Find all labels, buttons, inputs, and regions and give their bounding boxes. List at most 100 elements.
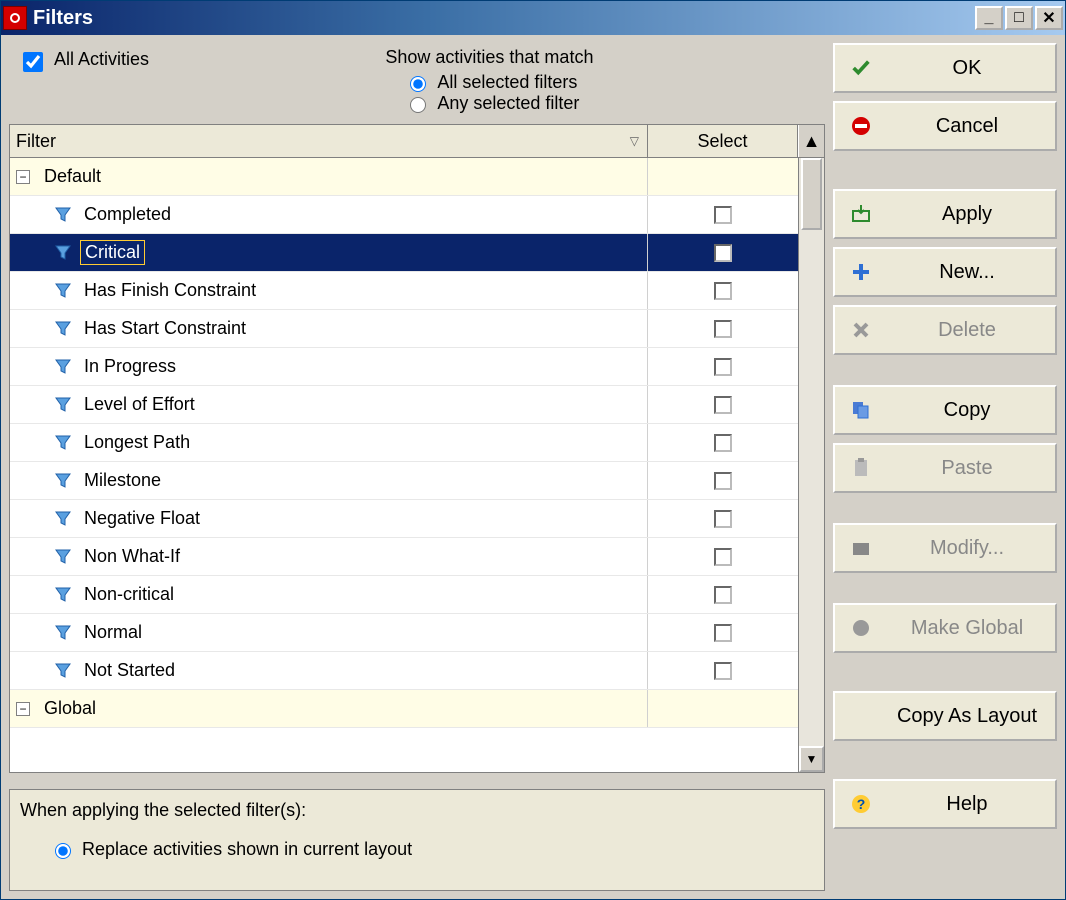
expander-icon[interactable]: −: [16, 702, 30, 716]
filter-label: Critical: [85, 242, 140, 262]
column-filter[interactable]: Filter ▽: [10, 125, 648, 157]
select-checkbox[interactable]: [714, 206, 732, 224]
cancel-button[interactable]: Cancel: [833, 101, 1057, 151]
filter-row[interactable]: In Progress: [10, 348, 798, 386]
expander-icon[interactable]: −: [16, 170, 30, 184]
cancel-icon: [849, 115, 873, 137]
scroll-down-button[interactable]: ▼: [799, 746, 824, 772]
apply-button[interactable]: Apply: [833, 189, 1057, 239]
globe-icon: [849, 617, 873, 639]
select-checkbox[interactable]: [714, 396, 732, 414]
copy-as-layout-button[interactable]: Copy As Layout: [833, 691, 1057, 741]
filters-dialog: Filters _ □ ✕ All Activities Show activi…: [0, 0, 1066, 900]
filter-label: Non-critical: [84, 584, 174, 604]
ok-button[interactable]: OK: [833, 43, 1057, 93]
modify-icon: [849, 537, 873, 559]
select-checkbox[interactable]: [714, 358, 732, 376]
filter-row[interactable]: Completed: [10, 196, 798, 234]
replace-row[interactable]: Replace activities shown in current layo…: [20, 839, 814, 860]
filter-label: Milestone: [84, 470, 161, 490]
vertical-scrollbar[interactable]: ▼: [798, 158, 824, 772]
group-row[interactable]: −Default: [10, 158, 798, 196]
copy-icon: [849, 399, 873, 421]
select-checkbox[interactable]: [714, 586, 732, 604]
ok-label: OK: [893, 57, 1041, 80]
match-any-row[interactable]: Any selected filter: [385, 93, 825, 114]
filter-row[interactable]: Non-critical: [10, 576, 798, 614]
column-select[interactable]: Select: [648, 125, 798, 157]
scroll-up-button[interactable]: ▲: [798, 125, 824, 157]
copy-button[interactable]: Copy: [833, 385, 1057, 435]
filter-label: In Progress: [84, 356, 176, 376]
content-area: All Activities Show activities that matc…: [1, 35, 1065, 899]
filter-icon: [54, 586, 72, 604]
select-checkbox[interactable]: [714, 434, 732, 452]
make-global-button[interactable]: Make Global: [833, 603, 1057, 653]
button-panel: OK Cancel Apply New... Delete C: [825, 35, 1065, 899]
maximize-button[interactable]: □: [1005, 6, 1033, 30]
select-checkbox[interactable]: [714, 282, 732, 300]
select-checkbox[interactable]: [714, 548, 732, 566]
select-checkbox[interactable]: [714, 510, 732, 528]
filter-label: Has Finish Constraint: [84, 280, 256, 300]
select-checkbox[interactable]: [714, 662, 732, 680]
apply-icon: [849, 203, 873, 225]
scrollbar-thumb[interactable]: [801, 158, 822, 230]
sort-icon[interactable]: ▽: [630, 134, 639, 148]
filter-row[interactable]: Has Finish Constraint: [10, 272, 798, 310]
match-all-label: All selected filters: [437, 72, 577, 93]
match-all-row[interactable]: All selected filters: [385, 72, 825, 93]
group-row[interactable]: −Global: [10, 690, 798, 728]
replace-radio[interactable]: [55, 843, 71, 859]
filter-row[interactable]: Not Started: [10, 652, 798, 690]
minimize-button[interactable]: _: [975, 6, 1003, 30]
titlebar[interactable]: Filters _ □ ✕: [1, 1, 1065, 35]
all-activities-checkbox[interactable]: [23, 52, 43, 72]
select-checkbox[interactable]: [714, 244, 732, 262]
copy-as-layout-label: Copy As Layout: [893, 705, 1041, 728]
group-label: Default: [44, 166, 101, 187]
filter-icon: [54, 206, 72, 224]
delete-icon: [849, 319, 873, 341]
new-label: New...: [893, 261, 1041, 284]
all-activities-label: All Activities: [54, 49, 149, 70]
paste-button[interactable]: Paste: [833, 443, 1057, 493]
modify-button[interactable]: Modify...: [833, 523, 1057, 573]
filter-row[interactable]: Non What-If: [10, 538, 798, 576]
filter-row[interactable]: Critical: [10, 234, 798, 272]
select-checkbox[interactable]: [714, 320, 732, 338]
filter-label: Negative Float: [84, 508, 200, 528]
match-any-radio[interactable]: [410, 97, 426, 113]
delete-button[interactable]: Delete: [833, 305, 1057, 355]
modify-label: Modify...: [893, 537, 1041, 560]
copy-label: Copy: [893, 399, 1041, 422]
match-all-radio[interactable]: [410, 76, 426, 92]
filter-icon: [54, 472, 72, 490]
group-label: Global: [44, 698, 96, 719]
filter-row[interactable]: Longest Path: [10, 424, 798, 462]
check-icon: [849, 57, 873, 79]
replace-label: Replace activities shown in current layo…: [82, 839, 412, 860]
filter-row[interactable]: Level of Effort: [10, 386, 798, 424]
filter-row[interactable]: Has Start Constraint: [10, 310, 798, 348]
filter-row[interactable]: Milestone: [10, 462, 798, 500]
filter-label: Has Start Constraint: [84, 318, 246, 338]
select-checkbox[interactable]: [714, 624, 732, 642]
delete-label: Delete: [893, 319, 1041, 342]
filter-row[interactable]: Normal: [10, 614, 798, 652]
new-button[interactable]: New...: [833, 247, 1057, 297]
top-options: All Activities Show activities that matc…: [9, 43, 825, 124]
select-checkbox[interactable]: [714, 472, 732, 490]
filter-icon: [54, 282, 72, 300]
close-button[interactable]: ✕: [1035, 6, 1063, 30]
filter-tree: −DefaultCompletedCriticalHas Finish Cons…: [9, 158, 825, 773]
help-label: Help: [893, 793, 1041, 816]
all-activities-option[interactable]: All Activities: [9, 43, 385, 114]
filter-row[interactable]: Negative Float: [10, 500, 798, 538]
apply-label: When applying the selected filter(s):: [20, 800, 814, 821]
apply-label-btn: Apply: [893, 203, 1041, 226]
left-panel: All Activities Show activities that matc…: [1, 35, 825, 899]
help-button[interactable]: ? Help: [833, 779, 1057, 829]
filter-icon: [54, 244, 72, 262]
svg-text:?: ?: [857, 796, 866, 812]
